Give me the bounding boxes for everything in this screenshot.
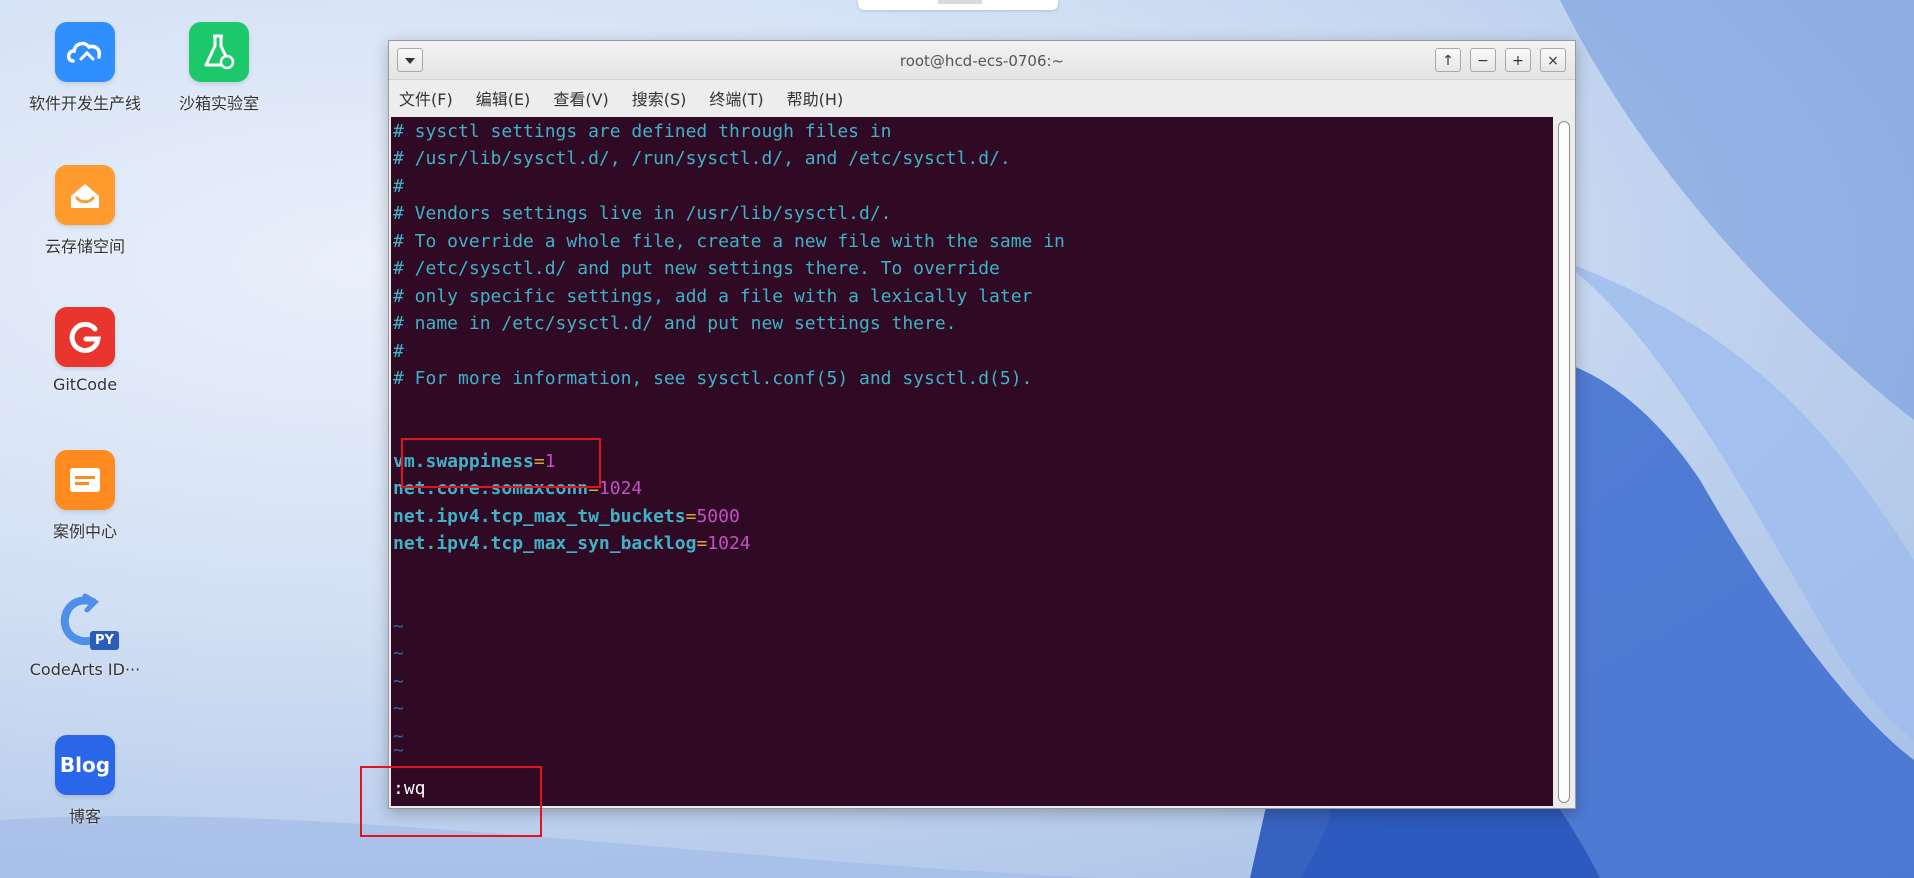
gitcode-icon [55, 307, 115, 367]
close-button[interactable]: × [1540, 48, 1566, 72]
blog-tile-text: Blog [59, 753, 111, 777]
empty-line-tilde: ~ [393, 643, 404, 664]
comment-line: # /usr/lib/sysctl.d/, /run/sysctl.d/, an… [393, 148, 1011, 169]
comment-line: # For more information, see sysctl.conf(… [393, 368, 1033, 389]
empty-line-tilde: ~ [393, 698, 404, 719]
desktop-icon-sandbox-lab[interactable]: 沙箱实验室 [159, 22, 279, 114]
desktop-icon-label: GitCode [52, 375, 118, 394]
cloud-storage-icon [55, 165, 115, 225]
setting-line: net.ipv4.tcp_max_tw_buckets=5000 [393, 503, 740, 530]
codearts-python-icon: PY [55, 592, 119, 652]
comment-line: # sysctl settings are defined through fi… [393, 121, 892, 142]
scrollbar-thumb[interactable] [1558, 121, 1570, 803]
setting-line: net.ipv4.tcp_max_syn_backlog=1024 [393, 530, 751, 557]
menu-file[interactable]: 文件(F) [399, 86, 453, 110]
equals-sign: = [685, 506, 697, 527]
setting-value: 1024 [598, 478, 643, 499]
setting-value: 5000 [696, 506, 740, 527]
blog-icon: Blog [55, 735, 115, 795]
comment-line: # /etc/sysctl.d/ and put new settings th… [393, 258, 1000, 279]
case-center-icon [55, 450, 115, 510]
desktop-icon-label: 博客 [68, 807, 101, 826]
menu-bar: 文件(F) 编辑(E) 查看(V) 搜索(S) 终端(T) 帮助(H) [389, 80, 1575, 116]
desktop-icon-gitcode[interactable]: GitCode [25, 307, 145, 394]
desktop-icon-blog[interactable]: Blog 博客 [25, 735, 145, 827]
desktop-icon-label: 沙箱实验室 [178, 94, 259, 113]
comment-line: # To override a whole file, create a new… [393, 231, 1065, 252]
flask-lab-icon [189, 22, 249, 82]
comment-line: # only specific settings, add a file wit… [393, 286, 1033, 307]
empty-line-tilde: ~ [393, 671, 404, 692]
menu-help[interactable]: 帮助(H) [787, 86, 844, 110]
terminal-window[interactable]: root@hcd-ecs-0706:~ ↑ − + × 文件(F) 编辑(E) … [388, 40, 1576, 809]
desktop-icon-label: 案例中心 [52, 522, 117, 541]
maximize-button[interactable]: + [1505, 48, 1531, 72]
minimize-button[interactable]: − [1470, 48, 1496, 72]
desktop-icon-case-center[interactable]: 案例中心 [25, 450, 145, 542]
cloud-devops-icon [55, 22, 115, 82]
desktop-icon-label: CodeArts ID··· [29, 660, 141, 679]
menu-edit[interactable]: 编辑(E) [476, 86, 531, 110]
menu-terminal[interactable]: 终端(T) [709, 86, 763, 110]
highlight-box-swappiness [401, 438, 601, 488]
shade-up-button[interactable]: ↑ [1435, 48, 1461, 72]
desktop-icon-label: 软件开发生产线 [28, 94, 141, 113]
comment-line: # [393, 176, 404, 197]
setting-value: 1024 [707, 533, 751, 554]
desktop-icon-codearts-ide[interactable]: PY CodeArts ID··· [25, 592, 145, 679]
window-title: root@hcd-ecs-0706:~ [899, 52, 1065, 70]
menu-view[interactable]: 查看(V) [553, 86, 608, 110]
setting-key: net.ipv4.tcp_max_syn_backlog [393, 533, 697, 554]
menu-search[interactable]: 搜索(S) [632, 86, 687, 110]
py-badge: PY [90, 631, 119, 650]
desktop-icon-cloud-storage[interactable]: 云存储空间 [25, 165, 145, 257]
setting-key: net.ipv4.tcp_max_tw_buckets [393, 506, 686, 527]
empty-line-tilde: ~ [393, 744, 404, 758]
comment-line: # [393, 341, 404, 362]
desktop-icon-label: 云存储空间 [44, 237, 125, 256]
terminal-scrollbar[interactable] [1555, 117, 1573, 806]
comment-line: # name in /etc/sysctl.d/ and put new set… [393, 313, 957, 334]
window-titlebar[interactable]: root@hcd-ecs-0706:~ ↑ − + × [389, 41, 1575, 80]
comment-line: # Vendors settings live in /usr/lib/sysc… [393, 203, 892, 224]
desktop-icon-devops[interactable]: 软件开发生产线 [25, 22, 145, 114]
empty-line-tilde: ~ [393, 616, 404, 637]
highlight-box-wq-command [360, 766, 542, 837]
equals-sign: = [696, 533, 708, 554]
top-drawer-handle[interactable] [858, 0, 1058, 10]
